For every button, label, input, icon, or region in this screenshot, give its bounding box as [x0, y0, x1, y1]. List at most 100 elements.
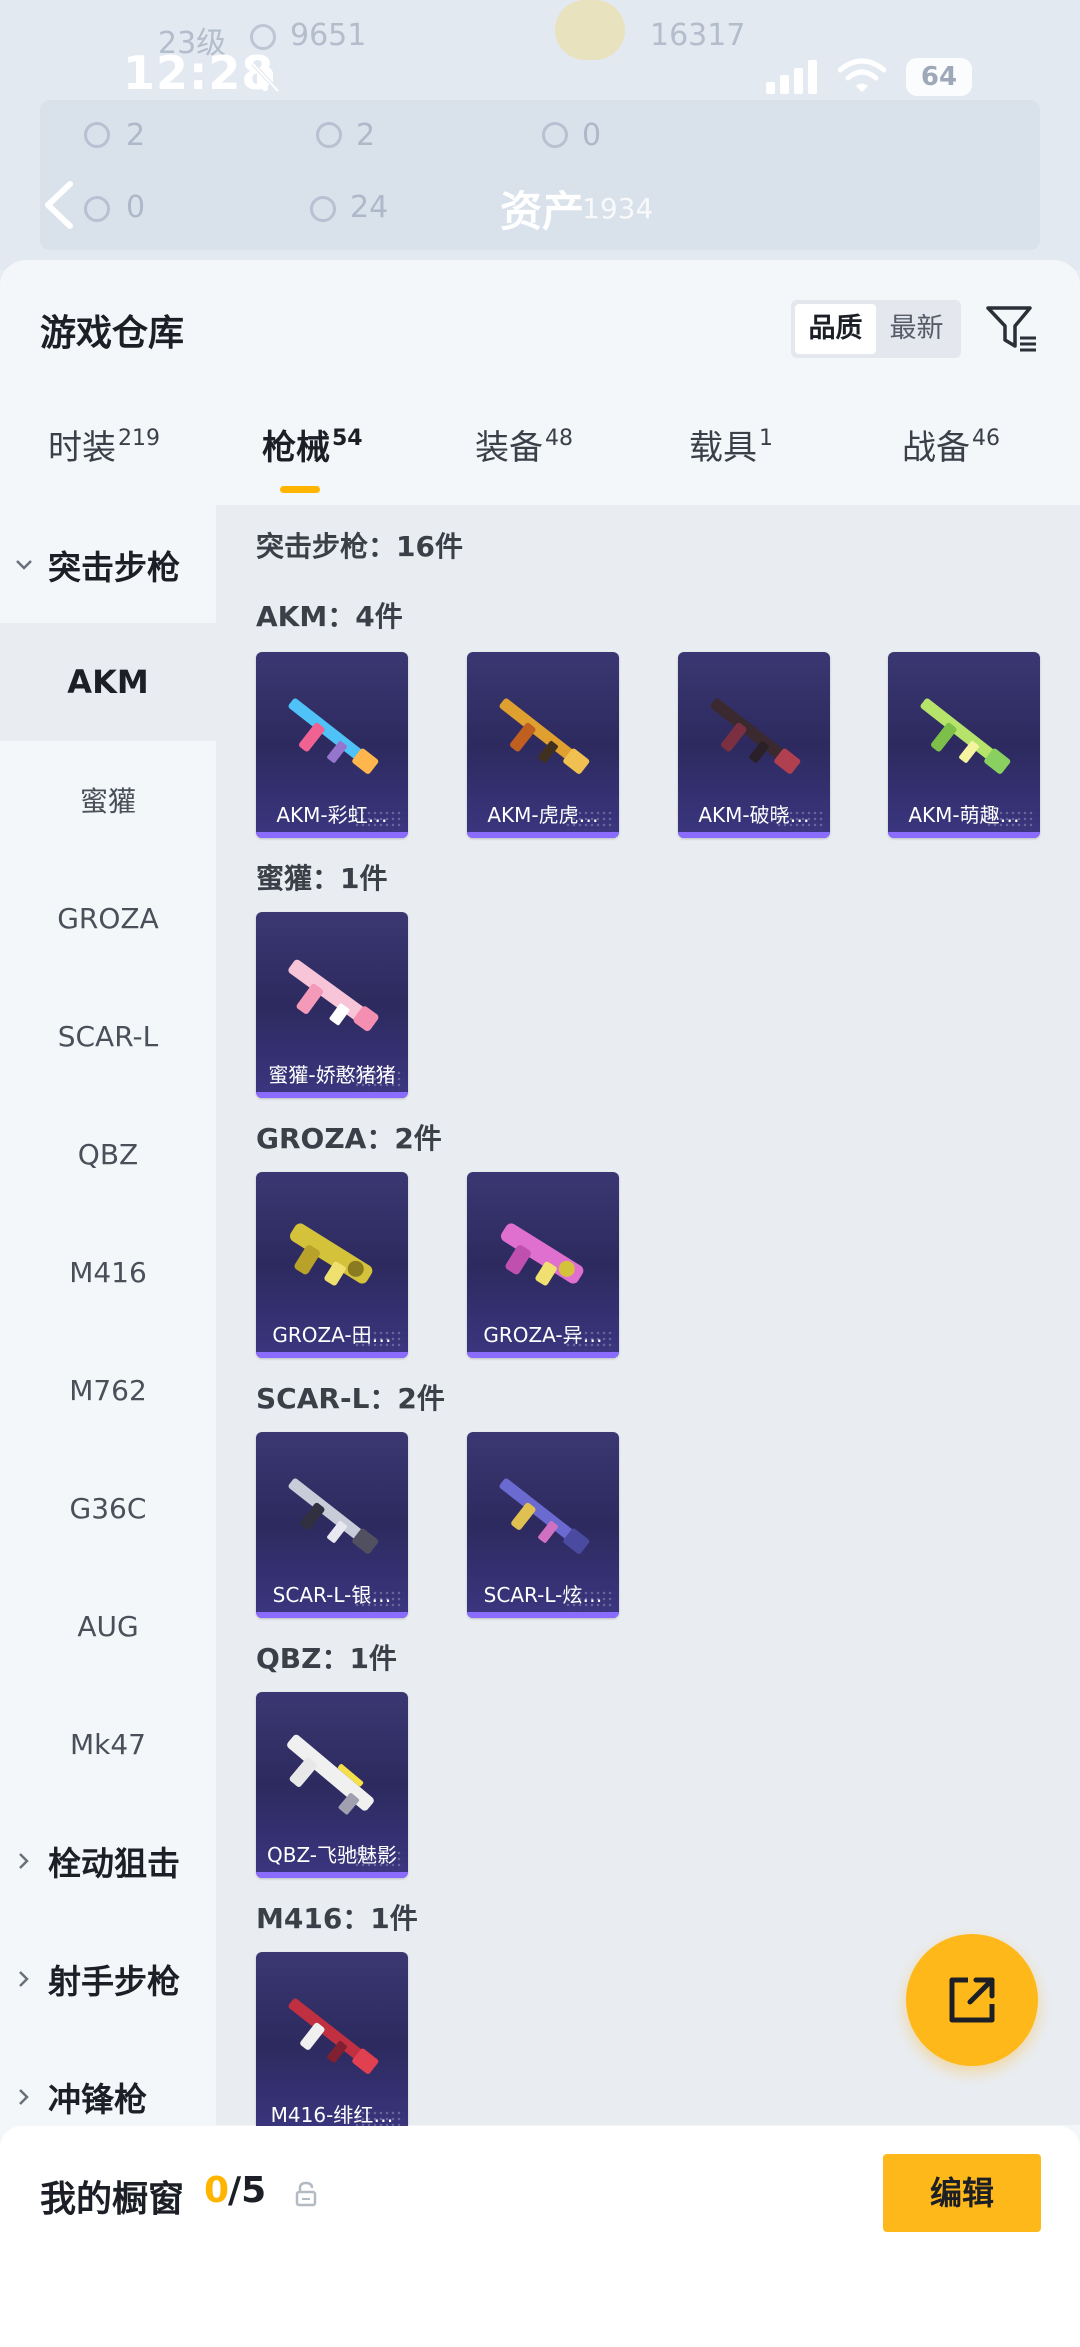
share-button[interactable]: [906, 1934, 1038, 2066]
sidebar-group-label: 突击步枪: [48, 548, 180, 587]
tab-vehicles[interactable]: 载具1: [689, 420, 773, 490]
tab-count: 48: [545, 426, 573, 451]
stat-icon: [542, 122, 568, 148]
rarity-strip: [256, 1352, 408, 1358]
category-summary: 突击步枪：16件: [256, 530, 463, 563]
sidebar-group-bolt-action[interactable]: 栓动狙击: [0, 1821, 216, 1901]
weapon-card[interactable]: AKM-虎虎…: [467, 652, 619, 838]
chevron-right-icon: [0, 2088, 48, 2106]
filter-funnel-icon[interactable]: [984, 302, 1038, 356]
weapon-card[interactable]: GROZA-异…: [467, 1172, 619, 1358]
rarity-strip: [256, 1092, 408, 1098]
weapon-card[interactable]: AKM-彩虹…: [256, 652, 408, 838]
weapon-name: GROZA-异…: [483, 1323, 603, 1347]
weapon-card[interactable]: GROZA-田…: [256, 1172, 408, 1358]
sidebar-group-label: 射手步枪: [48, 1962, 180, 2001]
weapon-name: 蜜獾-娇憨猪猪: [268, 1063, 396, 1087]
weapon-card[interactable]: SCAR-L-银…: [256, 1432, 408, 1618]
rarity-strip: [256, 832, 408, 838]
tab-label: 时装: [48, 428, 116, 468]
battery-indicator: 64: [906, 58, 972, 96]
section-label-honey-badger: 蜜獾：1件: [256, 862, 388, 895]
weapon-name: GROZA-田…: [272, 1323, 392, 1347]
tab-fashion[interactable]: 时装219: [48, 420, 160, 490]
rifle-skin-image: [499, 698, 590, 774]
tab-firearms[interactable]: 枪械54: [262, 420, 363, 493]
showcase-total: /5: [228, 2170, 267, 2211]
weapon-card[interactable]: AKM-萌趣…: [888, 652, 1040, 838]
sidebar-item-aug[interactable]: AUG: [0, 1567, 216, 1685]
share-external-icon: [949, 1977, 995, 2023]
sidebar-item-m416[interactable]: M416: [0, 1213, 216, 1331]
weapon-name: AKM-破晓…: [698, 803, 810, 827]
profile-header-background: 23级 9651 16317 2 2 0 0 24 12:28 64 资产 19…: [0, 0, 1080, 270]
section-label-m416: M416：1件: [256, 1902, 418, 1935]
stat-icon: [84, 122, 110, 148]
profile-points: 9651: [290, 18, 367, 53]
chevron-right-icon: [0, 1852, 48, 1870]
wifi-icon: [838, 58, 886, 92]
rifle-skin-image: [287, 1734, 374, 1815]
rarity-strip: [467, 832, 619, 838]
tab-label: 枪械: [262, 428, 330, 468]
tab-count: 54: [332, 426, 363, 451]
rarity-strip: [256, 1872, 408, 1878]
sidebar-item-g36c[interactable]: G36C: [0, 1449, 216, 1567]
rifle-skin-image: [288, 1998, 379, 2074]
weapon-card[interactable]: AKM-破晓…: [678, 652, 830, 838]
sidebar-group-assault-rifles[interactable]: 突击步枪: [0, 525, 216, 605]
rifle-skin-image: [710, 698, 801, 774]
rifle-skin-image: [288, 959, 379, 1032]
rifle-skin-image: [499, 1478, 590, 1554]
stat-icon: [84, 196, 110, 222]
stat-value: 0: [582, 118, 602, 153]
tab-label: 载具: [689, 428, 757, 468]
tab-label: 战备: [902, 428, 970, 468]
active-tab-indicator: [280, 486, 320, 493]
weapon-name: QBZ-飞驰魅影: [266, 1843, 398, 1867]
sidebar-item-honey-badger[interactable]: 蜜獾: [0, 741, 216, 859]
back-arrow-icon[interactable]: [40, 180, 76, 230]
sidebar-item-scar-l[interactable]: SCAR-L: [0, 977, 216, 1095]
section-label-groza: GROZA：2件: [256, 1122, 442, 1155]
tab-equipment[interactable]: 装备48: [475, 420, 573, 490]
bell-muted-icon: [251, 62, 280, 93]
sidebar-item-mk47[interactable]: Mk47: [0, 1685, 216, 1803]
weapon-card[interactable]: SCAR-L-炫…: [467, 1432, 619, 1618]
tab-count: 219: [118, 426, 160, 451]
section-label-qbz: QBZ：1件: [256, 1642, 397, 1675]
sort-by-newest[interactable]: 最新: [876, 304, 957, 354]
tab-combat-supplies[interactable]: 战备46: [902, 420, 1000, 490]
sidebar-item-akm[interactable]: AKM: [0, 623, 216, 741]
weapon-name: M416-绯红…: [270, 2103, 394, 2127]
sidebar-group-label: 栓动狙击: [48, 1844, 180, 1883]
weapon-card[interactable]: QBZ-飞驰魅影: [256, 1692, 408, 1878]
chevron-down-icon: [0, 559, 48, 571]
tab-label: 装备: [475, 428, 543, 468]
edit-button[interactable]: 编辑: [883, 2154, 1041, 2232]
assets-value: 1934: [582, 192, 654, 225]
sidebar-group-smg[interactable]: 冲锋枪: [0, 2057, 216, 2137]
rifle-skin-image: [500, 1223, 584, 1286]
sort-toggle: 品质 最新: [791, 300, 961, 358]
sidebar-item-qbz[interactable]: QBZ: [0, 1095, 216, 1213]
weapon-name: AKM-虎虎…: [487, 803, 599, 827]
sidebar-item-groza[interactable]: GROZA: [0, 859, 216, 977]
section-label-scar-l: SCAR-L：2件: [256, 1382, 445, 1415]
rifle-skin-image: [920, 698, 1011, 774]
weapon-name: SCAR-L-炫…: [483, 1583, 603, 1607]
weapon-card[interactable]: M416-绯红…: [256, 1952, 408, 2138]
sort-by-quality[interactable]: 品质: [795, 304, 876, 354]
weapon-name: AKM-彩虹…: [276, 803, 388, 827]
rarity-strip: [256, 1612, 408, 1618]
tab-count: 46: [972, 426, 1000, 451]
lock-icon: [295, 2181, 317, 2207]
rarity-strip: [467, 1352, 619, 1358]
tab-count: 1: [759, 426, 773, 451]
page-title: 游戏仓库: [40, 313, 185, 354]
stat-value: 0: [126, 190, 146, 225]
sidebar-group-marksman[interactable]: 射手步枪: [0, 1939, 216, 2019]
sidebar-item-m762[interactable]: M762: [0, 1331, 216, 1449]
showcase-count: 0: [204, 2170, 230, 2211]
weapon-card[interactable]: 蜜獾-娇憨猪猪: [256, 912, 408, 1098]
